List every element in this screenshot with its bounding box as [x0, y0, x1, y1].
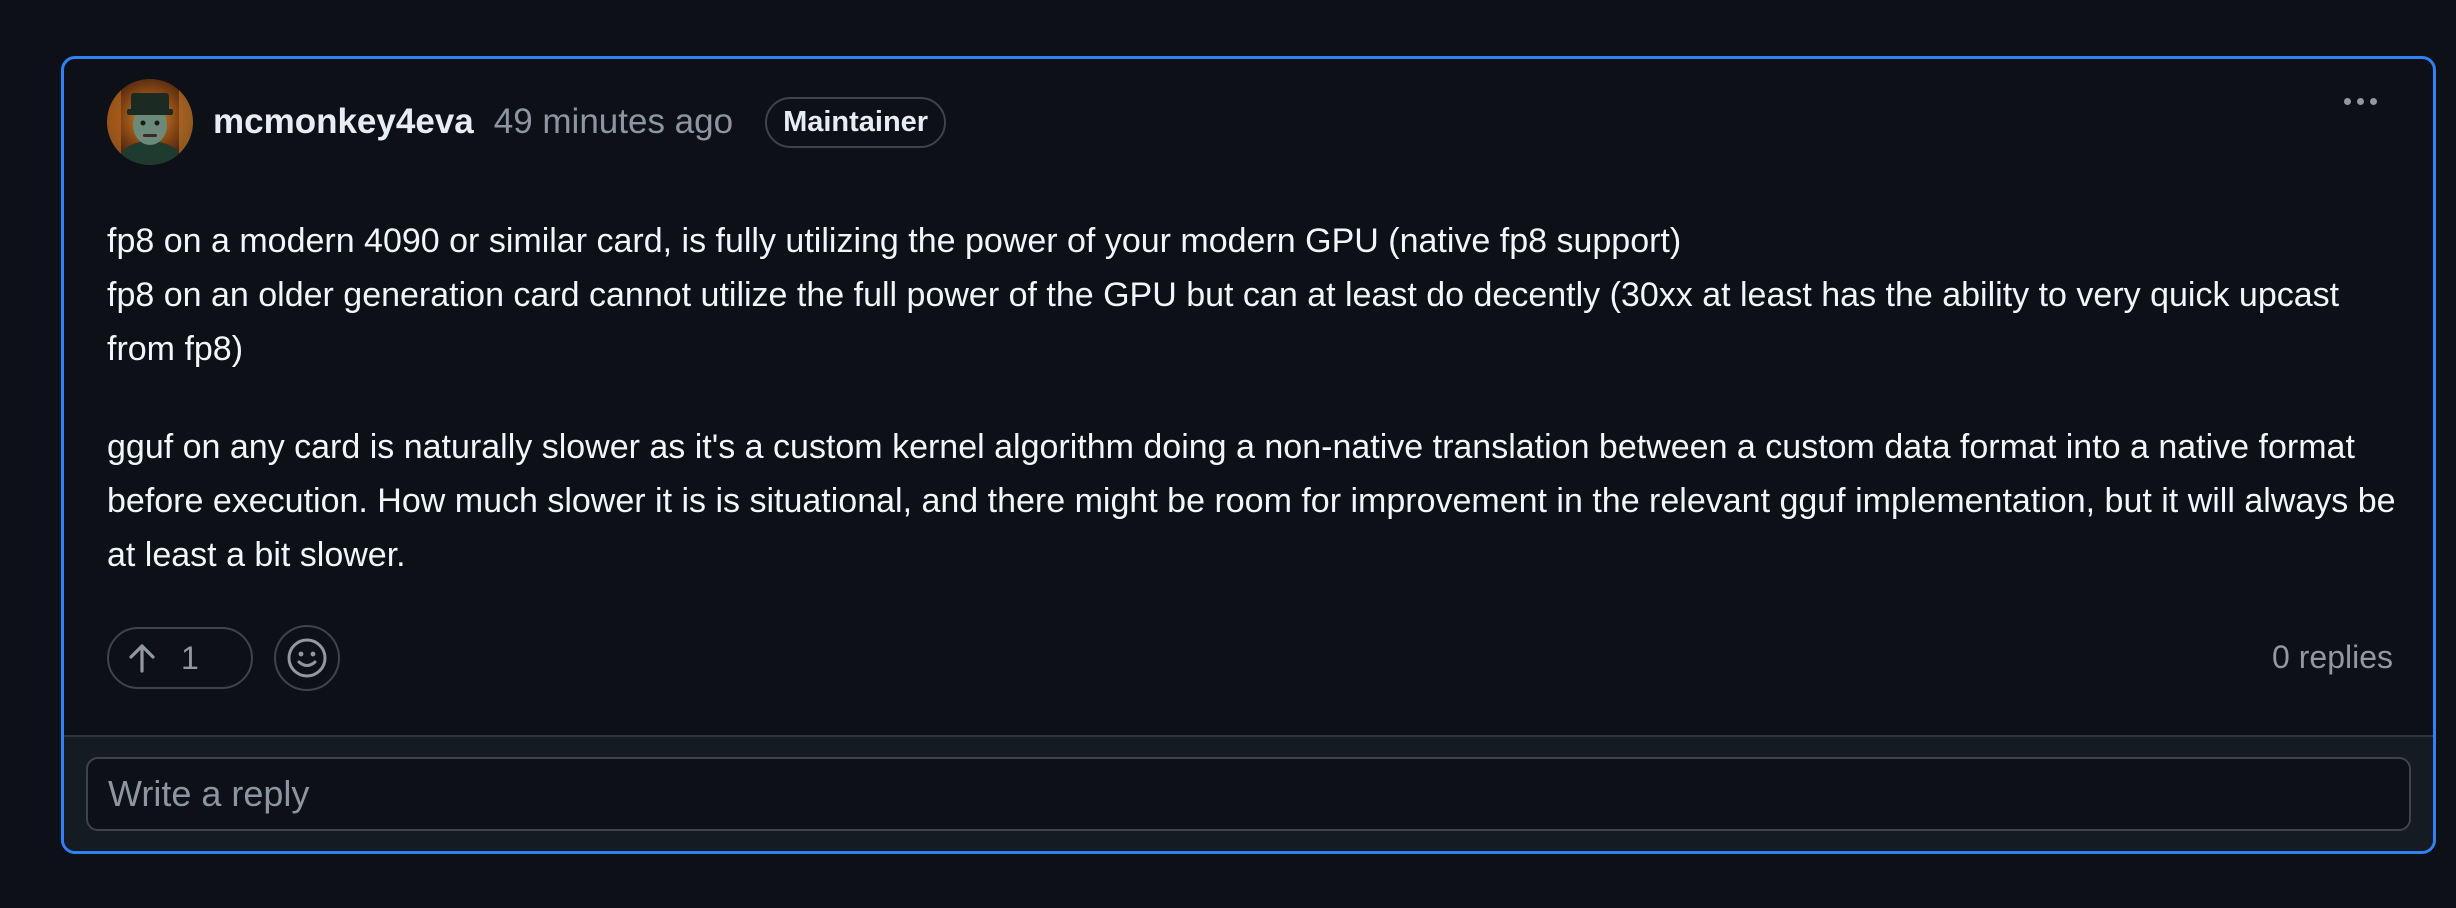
- comment-header: mcmonkey4eva 49 minutes ago Maintainer: [107, 79, 2390, 165]
- author-name[interactable]: mcmonkey4eva: [213, 102, 474, 142]
- reply-area: [64, 735, 2433, 851]
- replies-count[interactable]: 0 replies: [2272, 639, 2393, 676]
- comment-paragraph: fp8 on a modern 4090 or similar card, is…: [107, 214, 2397, 376]
- kebab-dot: [2369, 97, 2377, 105]
- upvote-button[interactable]: 1: [107, 627, 253, 689]
- add-reaction-button[interactable]: [274, 625, 340, 691]
- comment-timestamp[interactable]: 49 minutes ago: [494, 102, 733, 142]
- avatar-image: [107, 79, 193, 165]
- kebab-dot: [2356, 97, 2364, 105]
- kebab-horizontal-icon: [2343, 97, 2351, 105]
- upvote-count: 1: [181, 639, 199, 676]
- discussion-comment: mcmonkey4eva 49 minutes ago Maintainer f…: [61, 56, 2436, 854]
- smiley-icon: [287, 638, 327, 678]
- reactions-bar: 1: [107, 625, 340, 691]
- comment-line: fp8 on an older generation card cannot u…: [107, 276, 2340, 368]
- arrow-up-icon: [129, 644, 155, 673]
- maintainer-badge: Maintainer: [765, 96, 947, 148]
- more-options-button[interactable]: [2330, 81, 2390, 121]
- comment-line: fp8 on a modern 4090 or similar card, is…: [107, 222, 1682, 260]
- reply-input[interactable]: [86, 757, 2411, 831]
- comment-body: fp8 on a modern 4090 or similar card, is…: [107, 214, 2397, 582]
- avatar[interactable]: [107, 79, 193, 165]
- comment-paragraph: gguf on any card is naturally slower as …: [107, 428, 2396, 574]
